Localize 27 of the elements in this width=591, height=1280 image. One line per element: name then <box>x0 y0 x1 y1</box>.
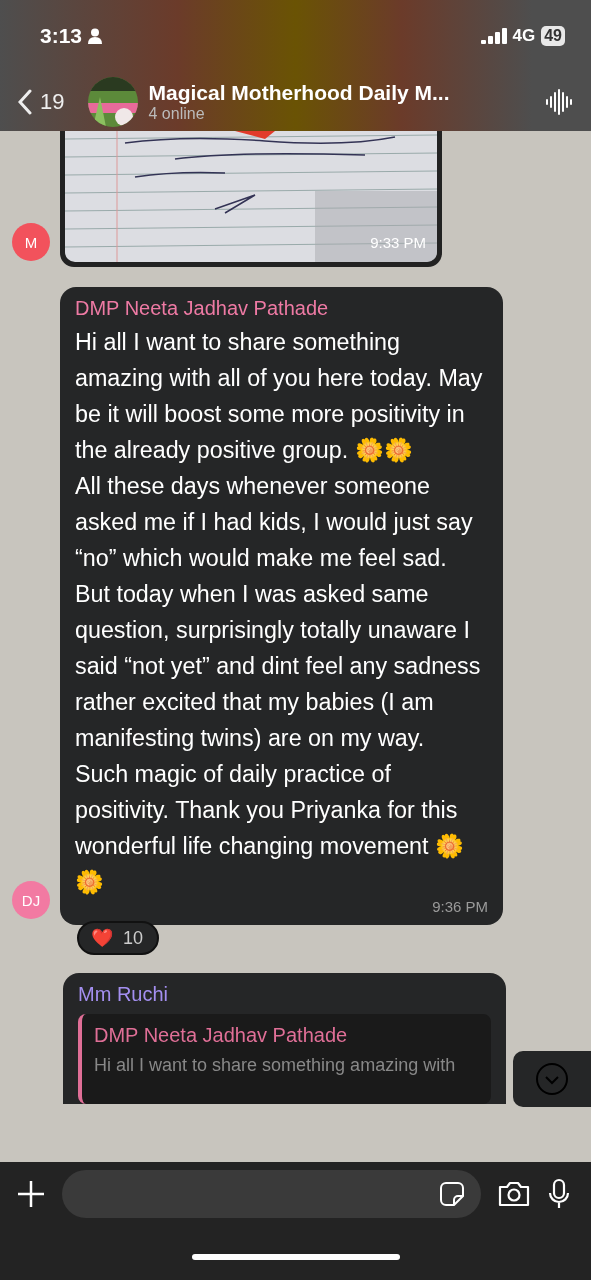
message-time: 9:33 PM <box>370 234 426 251</box>
sticker-icon[interactable] <box>439 1181 465 1207</box>
signal-icon <box>480 28 507 44</box>
add-icon[interactable] <box>16 1179 46 1209</box>
person-icon <box>88 28 103 44</box>
sender-name: Mm Ruchi <box>78 983 169 1006</box>
message-text: Hi all I want to share something amazing with all of you here today. May be it will boost some more positivity in the already positive group. 🌼🌼 <box>75 328 484 465</box>
quoted-sender: DMP Neeta Jadhav Pathade <box>94 1024 349 1047</box>
microphone-icon[interactable] <box>547 1178 571 1210</box>
message-input-field[interactable] <box>62 1170 481 1218</box>
message-text: Such magic of daily practice of positivity. Thank you Priyanka for this wonderful life changing movement 🌼🌼 <box>75 760 465 897</box>
quoted-text: Hi all I want to share something amazing with <box>94 1055 457 1076</box>
chevron-left-icon <box>18 88 32 115</box>
sender-name: DMP Neeta Jadhav Pathade <box>75 297 330 320</box>
chevron-down-icon <box>535 1062 569 1096</box>
clock-time: 3:13 <box>40 24 83 48</box>
camera-icon[interactable] <box>497 1180 531 1208</box>
message-text: All these days whenever someone asked me if I had kids, I would just say “no” which would make me feel sad. <box>75 472 474 573</box>
voice-chat-icon[interactable] <box>545 87 573 116</box>
message-time: 9:36 PM <box>432 898 488 915</box>
back-button[interactable]: 19 <box>18 88 65 115</box>
message-text: But today when I was asked same question, surprisingly totally unaware I said “not yet” and dint feel any sadness rather excited that my babies (I am manifesting twins) are on my way. <box>75 580 482 753</box>
chat-title: Magical Motherhood Daily M... <box>148 80 451 105</box>
battery-level: 49 <box>541 26 565 46</box>
online-count: 4 online <box>148 104 206 123</box>
network-type: 4G <box>512 26 536 46</box>
reaction-pill[interactable]: ❤ 10 <box>77 921 160 955</box>
